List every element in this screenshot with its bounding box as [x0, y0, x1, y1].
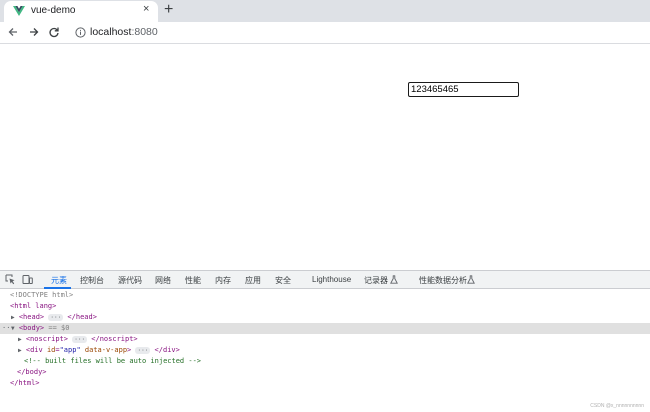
- doctype-text: <!DOCTYPE html>: [10, 291, 74, 299]
- tab-sources[interactable]: 源代码: [118, 275, 142, 286]
- inspect-element-icon[interactable]: [5, 274, 16, 285]
- dom-body-close[interactable]: </body>: [17, 367, 47, 378]
- tab-performance-insights[interactable]: 性能数据分析: [419, 275, 467, 286]
- collapsed-ellipsis[interactable]: ···: [135, 346, 151, 354]
- dom-html-close[interactable]: </html>: [10, 378, 40, 389]
- html-open-tag: <html lang>: [10, 302, 57, 310]
- body-close-tag: </body>: [17, 368, 47, 376]
- watermark: CSDN @x_nnnnnnnnnn: [590, 403, 644, 409]
- flask-icon: [390, 275, 398, 284]
- tab-lighthouse[interactable]: Lighthouse: [312, 275, 351, 284]
- dom-body-selected[interactable]: ··· ▼ <body> == $0: [0, 323, 650, 334]
- dom-html-open[interactable]: <html lang>: [10, 301, 56, 312]
- browser-tabstrip: vue-demo × +: [0, 0, 650, 22]
- device-toolbar-icon[interactable]: [22, 274, 33, 285]
- tab-elements[interactable]: 元素: [51, 275, 67, 286]
- forward-button[interactable]: [26, 24, 42, 40]
- expand-arrow-icon[interactable]: ▶: [18, 336, 22, 343]
- dom-comment[interactable]: <!-- built files will be auto injected -…: [24, 356, 201, 367]
- forward-arrow-icon: [30, 28, 39, 36]
- collapse-arrow-icon[interactable]: ▼: [11, 325, 15, 332]
- comment-text: <!-- built files will be auto injected -…: [24, 357, 202, 365]
- tab-application[interactable]: 应用: [245, 275, 261, 286]
- address-bar[interactable]: localhost:8080: [90, 26, 158, 38]
- noscript-close-tag: </noscript>: [91, 335, 138, 343]
- devtools-panel: 元素 控制台 源代码 网络 性能 内存 应用 安全 Lighthouse 记录器…: [0, 270, 650, 412]
- expand-arrow-icon[interactable]: ▶: [18, 347, 22, 354]
- expand-arrow-icon[interactable]: ▶: [11, 314, 15, 321]
- dom-head[interactable]: ▶ <head> ··· </head>: [11, 312, 97, 323]
- site-info-icon[interactable]: [75, 27, 86, 38]
- reload-button[interactable]: [46, 24, 62, 40]
- browser-toolbar: localhost:8080: [0, 22, 650, 44]
- head-open-tag: <head>: [18, 313, 45, 321]
- tab-recorder[interactable]: 记录器: [364, 275, 388, 286]
- html-close-tag: </html>: [10, 379, 40, 387]
- tab-memory[interactable]: 内存: [215, 275, 231, 286]
- flask-icon: [467, 275, 475, 284]
- active-tab-indicator: [44, 287, 71, 289]
- new-tab-button[interactable]: +: [164, 1, 173, 19]
- dom-div-app[interactable]: ▶ <div id="app" data-v-app> ··· </div>: [18, 345, 180, 356]
- reload-icon: [49, 27, 59, 38]
- tab-network[interactable]: 网络: [155, 275, 171, 286]
- text-input[interactable]: [408, 82, 519, 97]
- back-button[interactable]: [5, 24, 21, 40]
- devtools-tabbar: 元素 控制台 源代码 网络 性能 内存 应用 安全 Lighthouse 记录器…: [0, 271, 650, 289]
- tab-console[interactable]: 控制台: [80, 275, 104, 286]
- collapsed-ellipsis[interactable]: ···: [72, 335, 88, 343]
- close-tab-icon[interactable]: ×: [143, 3, 149, 15]
- body-open-tag: <body>: [18, 324, 45, 332]
- vue-logo-icon: [13, 6, 25, 16]
- attr-id-value: "app": [59, 346, 81, 354]
- tab-security[interactable]: 安全: [275, 275, 291, 286]
- attr-data-v-app: data-v-app: [84, 346, 128, 354]
- tab-title: vue-demo: [31, 5, 76, 16]
- address-host: localhost: [90, 26, 132, 38]
- dom-noscript[interactable]: ▶ <noscript> ··· </noscript>: [18, 334, 138, 345]
- head-close-tag: </head>: [67, 313, 97, 321]
- noscript-open-tag: <noscript>: [25, 335, 68, 343]
- div-close-tag: </div>: [154, 346, 180, 354]
- browser-tab[interactable]: vue-demo ×: [4, 1, 158, 22]
- collapsed-ellipsis[interactable]: ···: [48, 313, 64, 321]
- selected-marker: == $0: [48, 324, 70, 332]
- tab-performance[interactable]: 性能: [185, 275, 201, 286]
- div-tag-name: div: [30, 346, 43, 354]
- address-port: :8080: [131, 26, 158, 38]
- back-arrow-icon: [8, 28, 17, 36]
- dom-doctype: <!DOCTYPE html>: [10, 290, 73, 301]
